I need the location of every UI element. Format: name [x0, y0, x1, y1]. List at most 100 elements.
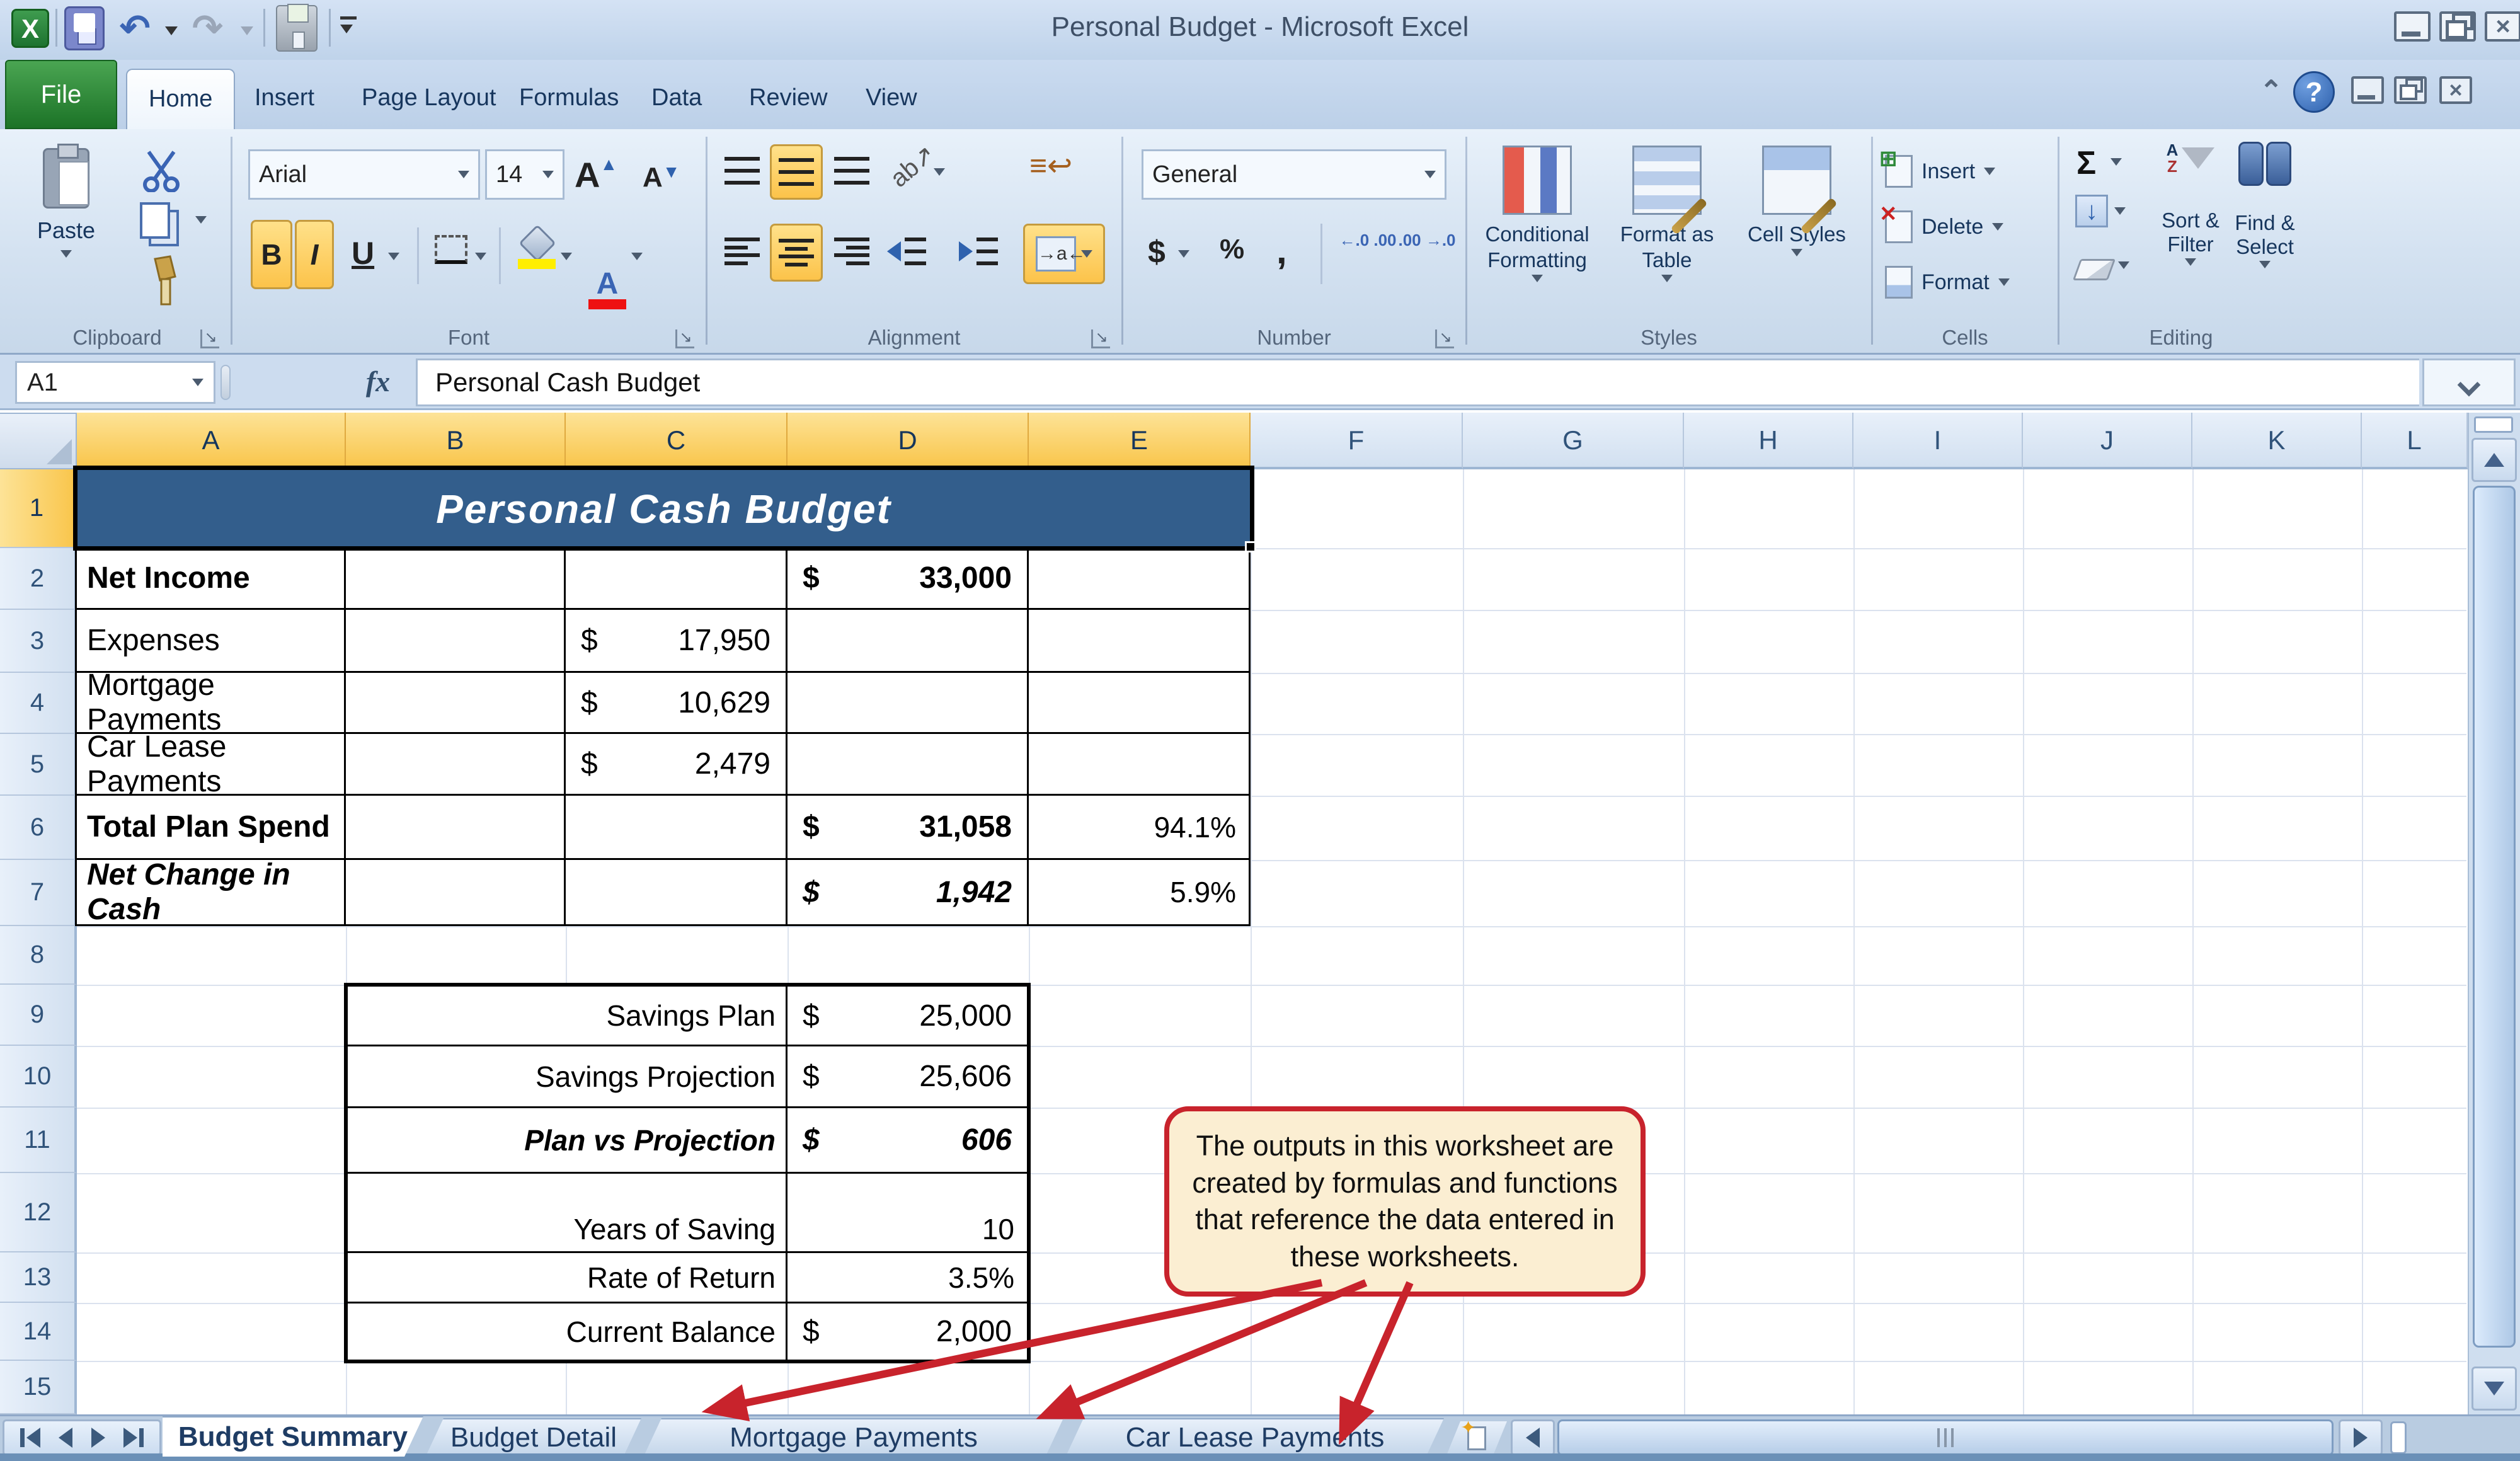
- conditional-formatting-button[interactable]: Conditional Formatting: [1474, 142, 1600, 331]
- grow-font-icon[interactable]: A▲: [575, 154, 617, 195]
- accounting-format-icon[interactable]: $: [1148, 234, 1166, 270]
- number-dialog-launcher[interactable]: ↘: [1435, 329, 1454, 348]
- font-dialog-launcher[interactable]: ↘: [675, 329, 694, 348]
- cell-styles-button[interactable]: Cell Styles: [1734, 142, 1860, 331]
- help-icon[interactable]: [2293, 71, 2335, 113]
- cell-e3[interactable]: [1029, 610, 1249, 671]
- font-color-dropdown-icon[interactable]: [631, 253, 643, 260]
- cell-b3[interactable]: [346, 610, 564, 671]
- cut-icon[interactable]: [139, 151, 184, 192]
- delete-cells-button[interactable]: ✕ Delete: [1879, 203, 2004, 248]
- cell-b12[interactable]: Years of Saving: [348, 1174, 786, 1251]
- font-size-select[interactable]: 14: [485, 149, 564, 200]
- cell-a2[interactable]: Net Income: [77, 548, 344, 608]
- cell-b6[interactable]: [346, 796, 564, 858]
- tab-file[interactable]: File: [5, 60, 117, 129]
- tab-formulas[interactable]: Formulas: [498, 69, 640, 129]
- autosum-dropdown-icon[interactable]: [2110, 158, 2122, 166]
- center-align-button[interactable]: [770, 224, 823, 282]
- sheet-tab-car-lease-payments[interactable]: Car Lease Payments: [1066, 1418, 1444, 1456]
- wrap-text-icon[interactable]: ≡↩: [1029, 148, 1072, 183]
- underline-dropdown-icon[interactable]: [388, 253, 399, 260]
- column-header-E[interactable]: E: [1029, 413, 1251, 469]
- fill-dropdown-icon[interactable]: [2114, 207, 2126, 215]
- column-header-G[interactable]: G: [1463, 413, 1684, 469]
- scroll-up-button[interactable]: [2471, 438, 2517, 482]
- column-header-H[interactable]: H: [1684, 413, 1853, 469]
- paste-button[interactable]: Paste: [25, 144, 107, 258]
- insert-function-icon[interactable]: fx: [353, 361, 403, 403]
- close-window-icon[interactable]: ×: [2439, 76, 2472, 104]
- column-header-B[interactable]: B: [346, 413, 566, 469]
- top-align-icon[interactable]: [724, 157, 760, 185]
- row-header-5[interactable]: 5: [0, 734, 77, 796]
- tab-page-layout[interactable]: Page Layout: [340, 69, 517, 129]
- tab-review[interactable]: Review: [728, 69, 849, 129]
- column-header-I[interactable]: I: [1853, 413, 2023, 469]
- sheet-tab-budget-summary[interactable]: Budget Summary: [163, 1416, 423, 1457]
- row-header-1[interactable]: 1: [0, 469, 77, 548]
- row-header-6[interactable]: 6: [0, 796, 77, 860]
- cell-b5[interactable]: [346, 734, 564, 794]
- row-header-8[interactable]: 8: [0, 926, 77, 985]
- cell-b9[interactable]: Savings Plan: [348, 987, 786, 1045]
- find-select-button[interactable]: Find & Select: [2230, 142, 2300, 270]
- format-painter-icon[interactable]: [136, 255, 186, 312]
- column-header-J[interactable]: J: [2023, 413, 2192, 469]
- row-header-15[interactable]: 15: [0, 1361, 77, 1414]
- clipboard-dialog-launcher[interactable]: ↘: [200, 329, 219, 348]
- bottom-align-icon[interactable]: [834, 157, 869, 185]
- column-header-F[interactable]: F: [1251, 413, 1463, 469]
- next-sheet-button[interactable]: [91, 1428, 105, 1448]
- split-handle[interactable]: [2474, 416, 2513, 433]
- cell-c5[interactable]: $2,479: [566, 734, 786, 794]
- cell-e4[interactable]: [1029, 673, 1249, 732]
- row-header-13[interactable]: 13: [0, 1252, 77, 1303]
- number-format-select[interactable]: General: [1142, 149, 1446, 200]
- percent-style-icon[interactable]: %: [1220, 234, 1244, 265]
- column-header-D[interactable]: D: [788, 413, 1029, 469]
- column-header-C[interactable]: C: [566, 413, 788, 469]
- formula-input[interactable]: Personal Cash Budget: [416, 358, 2419, 406]
- orientation-dropdown-icon[interactable]: [934, 168, 945, 176]
- cell-b14[interactable]: Current Balance: [348, 1303, 786, 1360]
- expand-formula-bar-button[interactable]: [2422, 358, 2516, 406]
- tab-home[interactable]: Home: [126, 69, 236, 129]
- cell-b13[interactable]: Rate of Return: [348, 1253, 786, 1302]
- borders-dropdown-icon[interactable]: [475, 253, 486, 260]
- horizontal-scroll-thumb[interactable]: [1557, 1419, 2334, 1456]
- cell-d9[interactable]: $25,000: [788, 987, 1027, 1045]
- vertical-scrollbar[interactable]: [2468, 413, 2520, 1414]
- cell-e2[interactable]: [1029, 548, 1249, 608]
- shrink-font-icon[interactable]: A▼: [643, 162, 680, 193]
- collapse-ribbon-icon[interactable]: ⌃: [2252, 77, 2290, 108]
- autosum-icon[interactable]: Σ: [2076, 144, 2096, 182]
- decrease-indent-icon[interactable]: [887, 238, 926, 265]
- cell-d12[interactable]: 10: [788, 1174, 1027, 1251]
- fill-icon[interactable]: ↓: [2075, 195, 2108, 227]
- column-header-A[interactable]: A: [77, 413, 346, 469]
- cell-c2[interactable]: [566, 548, 786, 608]
- tab-view[interactable]: View: [844, 69, 939, 129]
- cell-d14[interactable]: $2,000: [788, 1303, 1027, 1360]
- bold-button[interactable]: B: [251, 220, 292, 289]
- clear-dropdown-icon[interactable]: [2118, 261, 2129, 269]
- first-sheet-button[interactable]: [20, 1428, 40, 1448]
- row-header-2[interactable]: 2: [0, 548, 77, 610]
- cell-e5[interactable]: [1029, 734, 1249, 794]
- cell-c7[interactable]: [566, 860, 786, 924]
- middle-align-button[interactable]: [770, 144, 823, 200]
- format-as-table-button[interactable]: Format as Table: [1604, 142, 1730, 331]
- row-header-3[interactable]: 3: [0, 610, 77, 673]
- comma-style-icon[interactable]: ,: [1276, 229, 1287, 272]
- paste-dropdown-icon[interactable]: [60, 250, 72, 258]
- fill-color-dropdown-icon[interactable]: [561, 253, 572, 260]
- cell-c3[interactable]: $17,950: [566, 610, 786, 671]
- row-header-11[interactable]: 11: [0, 1108, 77, 1173]
- scroll-down-button[interactable]: [2471, 1366, 2517, 1411]
- row-header-7[interactable]: 7: [0, 860, 77, 926]
- cell-a4[interactable]: Mortgage Payments: [77, 668, 344, 736]
- cell-d7[interactable]: $1,942: [788, 860, 1027, 924]
- sheet-tab-mortgage-payments[interactable]: Mortgage Payments: [644, 1418, 1063, 1456]
- cell-b2[interactable]: [346, 548, 564, 608]
